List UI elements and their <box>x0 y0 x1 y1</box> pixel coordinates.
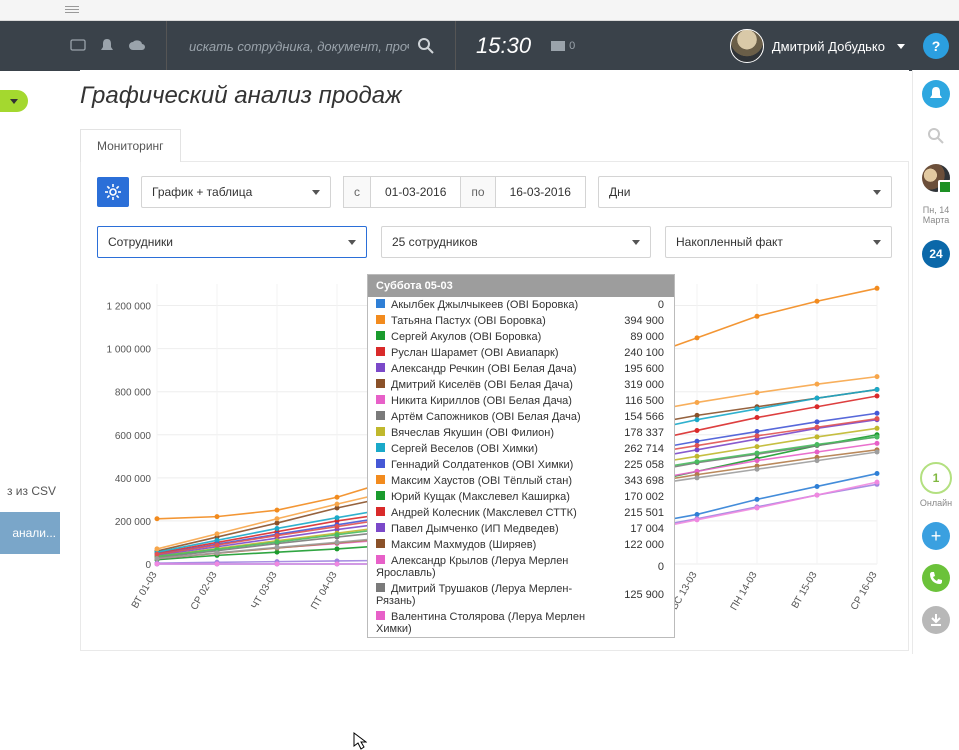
svg-text:СР 02-03: СР 02-03 <box>189 570 220 612</box>
select-axis2[interactable]: 25 сотрудников <box>381 226 651 258</box>
contact-avatar[interactable] <box>922 164 950 192</box>
gear-icon <box>105 184 121 200</box>
tooltip-row: Никита Кириллов (OBI Белая Дача)116 500 <box>368 393 674 409</box>
cursor-icon <box>353 732 367 750</box>
svg-text:1 200 000: 1 200 000 <box>107 302 152 313</box>
tooltip-row: Дмитрий Киселёв (OBI Белая Дача)319 000 <box>368 377 674 393</box>
svg-text:200 000: 200 000 <box>115 517 152 528</box>
chart-tooltip: Суббота 05-03 Акылбек Джылчыкеев (OBI Бо… <box>367 274 675 638</box>
help-button[interactable]: ? <box>923 33 949 59</box>
date-to-label: по <box>461 176 495 208</box>
chevron-down-icon <box>873 240 881 245</box>
search-icon[interactable] <box>417 37 435 55</box>
svg-text:400 000: 400 000 <box>115 474 152 485</box>
search-icon <box>927 127 945 145</box>
chevron-down-icon <box>897 44 905 49</box>
date-to-input[interactable]: 16-03-2016 <box>496 176 586 208</box>
search-box[interactable] <box>166 21 456 71</box>
svg-text:СР 16-03: СР 16-03 <box>849 570 880 612</box>
svg-text:ЧТ 03-03: ЧТ 03-03 <box>250 570 280 611</box>
tooltip-row: Андрей Колесник (Макслевел СТТК)215 501 <box>368 505 674 521</box>
rail-date-label: Пн, 14 Марта <box>913 206 959 226</box>
svg-text:1 000 000: 1 000 000 <box>107 345 152 356</box>
app-header: 15:30 0 Дмитрий Добудько ? <box>0 21 959 71</box>
svg-text:800 000: 800 000 <box>115 388 152 399</box>
tooltip-row: Дмитрий Трушаков (Леруа Мерлен-Рязань)12… <box>368 581 674 609</box>
svg-text:600 000: 600 000 <box>115 431 152 442</box>
calendar-badge[interactable]: 24 <box>922 240 950 268</box>
tooltip-row: Руслан Шарамет (OBI Авиапарк)240 100 <box>368 345 674 361</box>
svg-text:ПТ 04-03: ПТ 04-03 <box>309 570 340 612</box>
sidebar-item[interactable] <box>0 554 60 582</box>
tooltip-row: Артём Сапожников (OBI Белая Дача)154 566 <box>368 409 674 425</box>
filters-card: График + таблица с 01-03-2016 по 16-03-2… <box>80 161 909 651</box>
select-axis1[interactable]: Сотрудники <box>97 226 367 258</box>
bell-icon[interactable] <box>100 38 114 54</box>
svg-text:ПН 14-03: ПН 14-03 <box>729 570 760 613</box>
call-button[interactable] <box>922 564 950 592</box>
phone-icon <box>929 571 943 585</box>
tooltip-row: Сергей Веселов (OBI Химки)262 714 <box>368 441 674 457</box>
add-button[interactable]: + <box>922 522 950 550</box>
language-indicator[interactable]: 0 <box>551 40 605 52</box>
tooltip-row: Вячеслав Якушин (OBI Филион)178 337 <box>368 425 674 441</box>
svg-text:ВТ 15-03: ВТ 15-03 <box>790 570 820 611</box>
notifications-button[interactable] <box>922 80 950 108</box>
cloud-icon[interactable] <box>128 40 146 52</box>
tooltip-row: Александр Крылов (Леруа Мерлен Ярославль… <box>368 553 674 581</box>
svg-text:ВТ 01-03: ВТ 01-03 <box>130 570 160 611</box>
tooltip-row: Сергей Акулов (OBI Боровка)89 000 <box>368 329 674 345</box>
right-rail: Пн, 14 Марта 24 1 Онлайн + <box>912 70 959 654</box>
download-icon <box>929 613 943 627</box>
tooltip-row: Максим Хаустов (OBI Тёплый стан)343 698 <box>368 473 674 489</box>
page-title: Графический анализ продаж <box>80 82 909 110</box>
online-label: Онлайн <box>920 498 952 508</box>
tooltip-title: Суббота 05-03 <box>368 275 674 297</box>
collapse-sidebar-button[interactable] <box>0 90 28 112</box>
clock: 15:30 <box>456 33 551 59</box>
sidebar-item-active[interactable]: анали... <box>0 512 60 554</box>
date-from-label: с <box>343 176 371 208</box>
chevron-down-icon <box>873 190 881 195</box>
tooltip-row: Татьяна Пастух (OBI Боровка)394 900 <box>368 313 674 329</box>
tooltip-row: Акылбек Джылчыкеев (OBI Боровка)0 <box>368 297 674 313</box>
sidebar-item[interactable]: з из CSV <box>0 470 60 512</box>
tooltip-row: Юрий Кущак (Макслевел Каширка)170 002 <box>368 489 674 505</box>
user-name: Дмитрий Добудько <box>772 39 885 54</box>
chart-area: 0 200 000 400 000 600 000 800 000 1 000 000 1 … <box>97 274 892 634</box>
flag-icon <box>551 41 565 51</box>
select-view-mode[interactable]: График + таблица <box>141 176 331 208</box>
search-input[interactable] <box>187 38 411 55</box>
select-grouping[interactable]: Дни <box>598 176 892 208</box>
bell-icon <box>929 86 943 102</box>
avatar <box>730 29 764 63</box>
tooltip-row: Максим Махмудов (Ширяев)122 000 <box>368 537 674 553</box>
chevron-down-icon <box>10 99 18 104</box>
tooltip-row: Геннадий Солдатенков (OBI Химки)225 058 <box>368 457 674 473</box>
chevron-down-icon <box>632 240 640 245</box>
select-measure[interactable]: Накопленный факт <box>665 226 892 258</box>
user-menu[interactable]: Дмитрий Добудько <box>730 29 905 63</box>
sidebar-fragments: з из CSV анали... <box>0 470 60 582</box>
settings-button[interactable] <box>97 177 129 207</box>
tooltip-row: Павел Дымченко (ИП Медведев)17 004 <box>368 521 674 537</box>
tooltip-row: Валентина Столярова (Леруа Мерлен Химки) <box>368 609 674 637</box>
chevron-down-icon <box>348 240 356 245</box>
chat-icon[interactable] <box>70 39 86 53</box>
date-range: с 01-03-2016 по 16-03-2016 <box>343 176 586 208</box>
date-from-input[interactable]: 01-03-2016 <box>371 176 461 208</box>
svg-text:0: 0 <box>145 560 151 571</box>
search-button[interactable] <box>922 122 950 150</box>
download-button[interactable] <box>922 606 950 634</box>
tab-monitoring[interactable]: Мониторинг <box>80 129 181 162</box>
tooltip-row: Александр Речкин (OBI Белая Дача)195 600 <box>368 361 674 377</box>
grip-icon <box>65 6 79 14</box>
online-count-badge[interactable]: 1 <box>920 462 952 494</box>
chevron-down-icon <box>312 190 320 195</box>
